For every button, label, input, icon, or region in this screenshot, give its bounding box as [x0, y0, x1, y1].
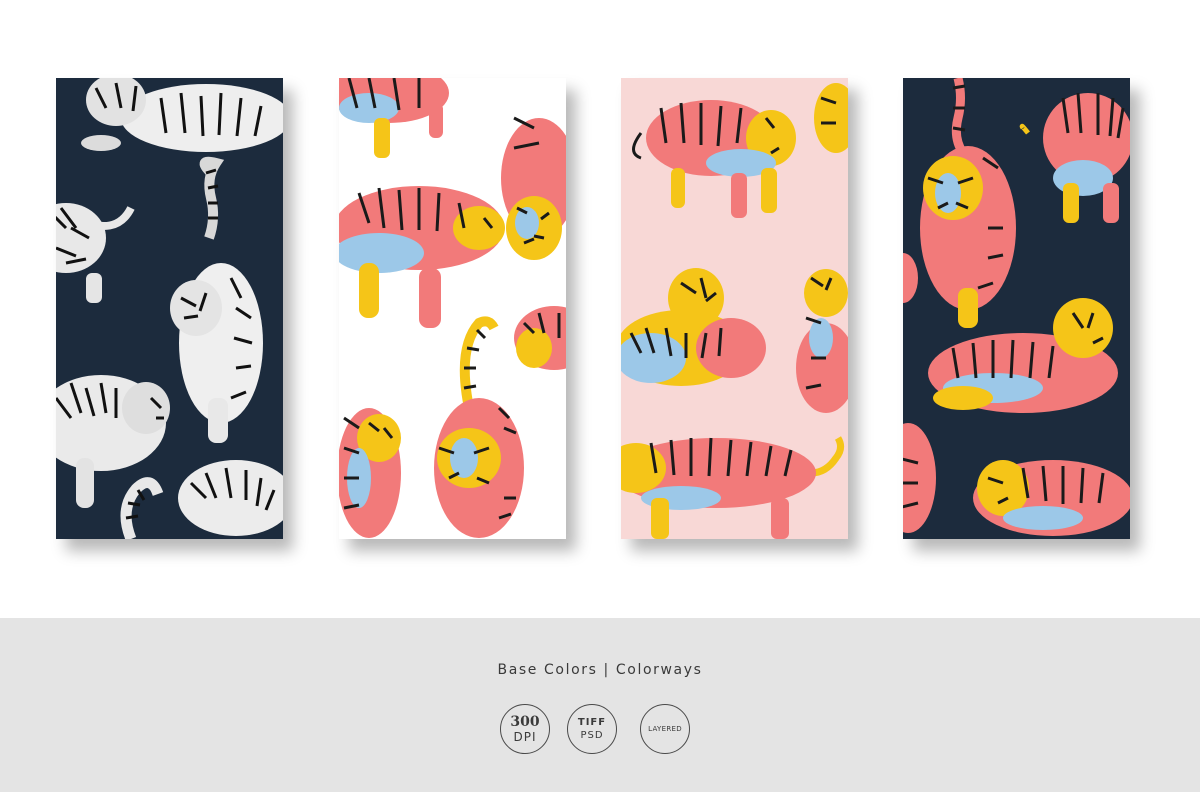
- format-psd: PSD: [580, 730, 604, 741]
- dpi-label: DPI: [513, 729, 537, 744]
- layered-badge: LAYERED: [640, 704, 690, 754]
- pattern-preview-area: [0, 0, 1200, 618]
- pattern-card-pink-rainbow-tigers: [621, 78, 848, 539]
- file-format-badge: TIFF PSD: [567, 704, 617, 754]
- format-tiff: TIFF: [577, 717, 607, 728]
- info-footer: Base Colors | Colorways 300 DPI TIFF PSD…: [0, 618, 1200, 792]
- layered-label: LAYERED: [648, 725, 682, 733]
- pattern-card-navy-white-tigers: [56, 78, 283, 539]
- dpi-value: 300: [510, 713, 540, 730]
- colorways-tagline: Base Colors | Colorways: [497, 662, 703, 678]
- pattern-card-navy-rainbow-tigers: [903, 78, 1130, 539]
- pattern-card-white-rainbow-tigers: [339, 78, 566, 539]
- dpi-badge: 300 DPI: [500, 704, 550, 754]
